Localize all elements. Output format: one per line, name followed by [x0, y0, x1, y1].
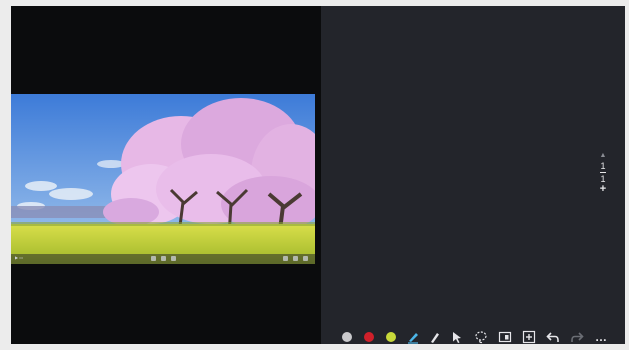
volume-icon[interactable] — [283, 256, 288, 261]
marker-button[interactable] — [427, 329, 443, 345]
redo-button[interactable] — [569, 329, 585, 345]
video-control-bar: ▶ ▭ — [11, 254, 315, 264]
app-frame: ▸ — [0, 0, 629, 350]
insert-icon — [522, 330, 536, 344]
page-up-icon[interactable]: ▲ — [596, 151, 610, 161]
cherry-blossom-image — [11, 94, 315, 264]
whiteboard-screen: ▶ ▭ — [11, 6, 625, 344]
more-icon: … — [595, 330, 607, 344]
page-divider — [600, 172, 606, 173]
pen-icon — [408, 333, 418, 344]
slides-button[interactable] — [497, 329, 513, 345]
add-page-button[interactable]: + — [596, 184, 610, 195]
settings-icon[interactable] — [171, 256, 176, 261]
more-button[interactable]: … — [593, 329, 609, 345]
marker-icon — [431, 333, 439, 343]
bottom-toolbar: … — [335, 329, 621, 345]
play-icon[interactable] — [151, 256, 156, 261]
video-time-left: ▶ ▭ — [15, 255, 23, 260]
undo-icon — [546, 332, 559, 342]
insert-button[interactable] — [521, 329, 537, 345]
select-cursor-icon — [453, 332, 461, 343]
close-video-icon[interactable] — [303, 256, 308, 261]
color-yellow-button[interactable] — [383, 329, 399, 345]
color-swatch-red — [364, 332, 374, 342]
undo-button[interactable] — [545, 329, 561, 345]
color-gray-button[interactable] — [339, 329, 355, 345]
whiteboard-canvas[interactable] — [321, 6, 625, 344]
color-red-button[interactable] — [361, 329, 377, 345]
lasso-icon — [475, 331, 487, 344]
redo-icon — [571, 332, 584, 342]
mute-icon[interactable] — [161, 256, 166, 261]
color-swatch-yellow — [386, 332, 396, 342]
page-indicator: ▲ 1 1 + — [596, 151, 610, 195]
select-button[interactable] — [449, 329, 465, 345]
video-player[interactable]: ▶ ▭ — [11, 94, 315, 264]
slides-icon — [498, 331, 512, 343]
current-page: 1 — [600, 161, 606, 171]
pen-button[interactable] — [405, 329, 421, 345]
lasso-button[interactable] — [473, 329, 489, 345]
media-pane: ▶ ▭ — [11, 6, 321, 344]
fullscreen-icon[interactable] — [293, 256, 298, 261]
color-swatch-gray — [342, 332, 352, 342]
